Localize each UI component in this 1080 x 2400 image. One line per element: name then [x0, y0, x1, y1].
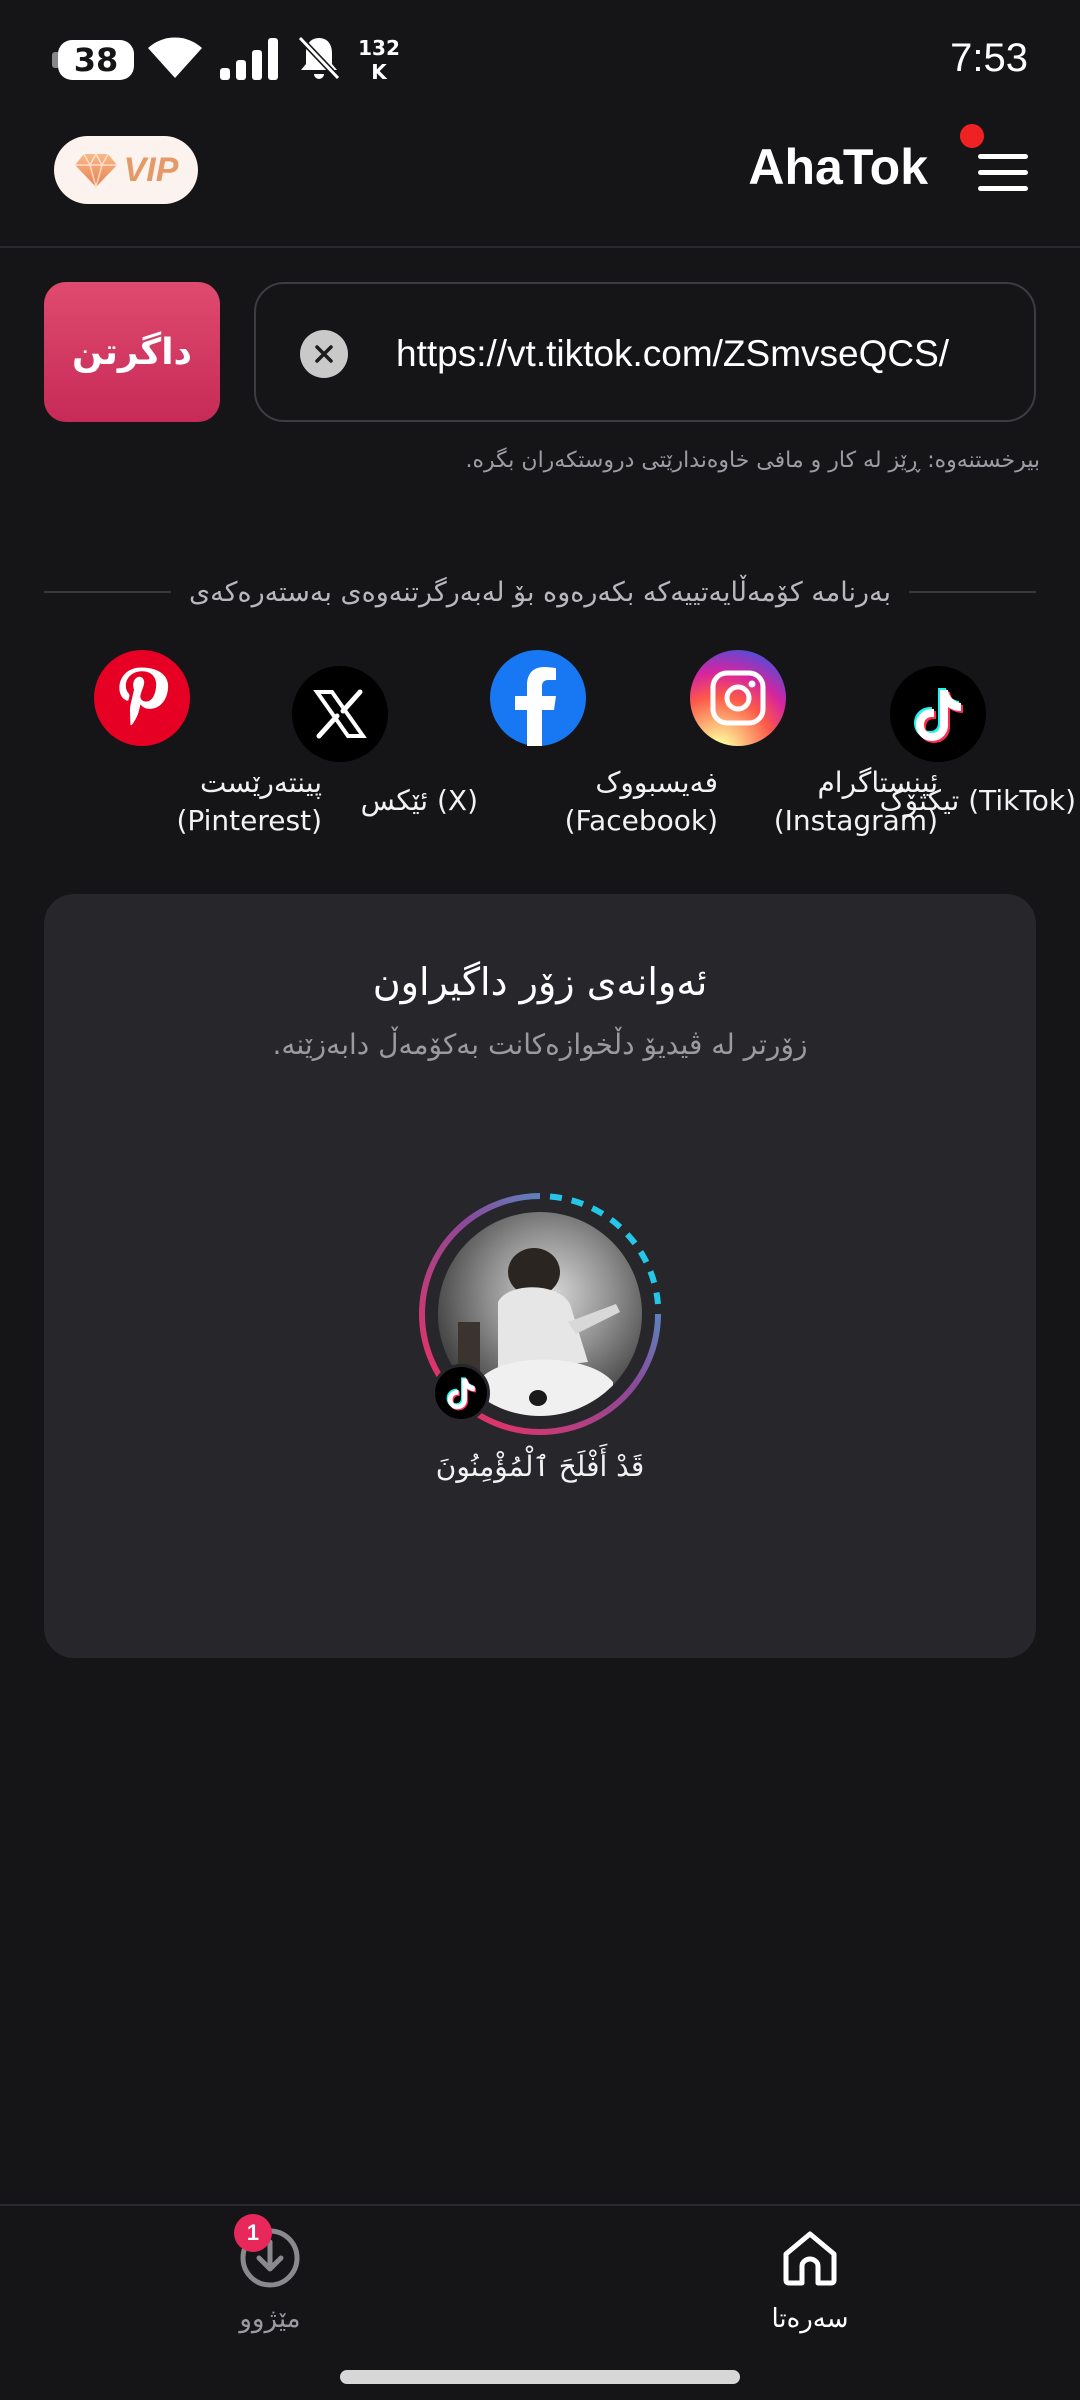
platform-label: ئێکس (X)	[360, 784, 478, 817]
nav-home-label: سەرەتا	[771, 2304, 849, 2334]
nav-history-label: مێژوو	[239, 2304, 301, 2334]
platform-tiktok[interactable]: تیکتۆک (TikTok)	[850, 666, 1076, 846]
pinterest-icon	[94, 650, 190, 746]
app-header: VIP AhaTok	[0, 120, 1080, 248]
nav-history[interactable]: 1 مێژوو	[170, 2206, 370, 2356]
hamburger-bar	[978, 186, 1028, 191]
x-icon	[292, 666, 388, 762]
nav-home[interactable]: سەرەتا	[710, 2206, 910, 2356]
divider-line	[909, 591, 1037, 593]
battery-icon: 38	[52, 40, 134, 80]
card-title: ئەوانەی زۆر داگیراون	[372, 960, 708, 1004]
signal-icon	[220, 38, 278, 80]
creator-name: قَدْ أَفْلَحَ ٱلْمُؤْمِنُونَ	[435, 1450, 645, 1483]
facebook-icon	[490, 650, 586, 746]
hamburger-bar	[978, 170, 1028, 175]
diamond-icon	[74, 152, 117, 188]
bell-muted-icon	[297, 35, 341, 81]
battery-level: 38	[73, 41, 119, 79]
clear-x-icon	[315, 345, 333, 363]
disclaimer-content: بیرخستنەوە: ڕێز لە کار و مافی خاوەندارێت…	[465, 448, 1040, 473]
clock: 7:53	[950, 36, 1028, 80]
url-input[interactable]	[396, 324, 1022, 384]
platforms-heading-text: بەرنامە کۆمەڵایەتییەکە بکەرەوە بۆ لەبەرگ…	[189, 576, 891, 608]
url-field[interactable]	[254, 282, 1036, 422]
clear-button[interactable]	[300, 330, 348, 378]
network-speed-unit: K	[371, 60, 387, 84]
platforms-heading: بەرنامە کۆمەڵایەتییەکە بکەرەوە بۆ لەبەرگ…	[44, 566, 1037, 618]
creator-avatar[interactable]	[418, 1192, 662, 1436]
platform-x[interactable]: ئێکس (X)	[288, 666, 488, 846]
notification-dot	[960, 124, 984, 148]
platform-pinterest[interactable]: پینتەرێست (Pinterest)	[84, 650, 322, 850]
wifi-icon	[148, 37, 202, 78]
home-indicator[interactable]	[340, 2370, 740, 2384]
tiktok-icon	[890, 666, 986, 762]
menu-button[interactable]	[974, 146, 1030, 198]
history-badge: 1	[234, 2214, 272, 2252]
platform-facebook[interactable]: فەیسبووک (Facebook)	[490, 650, 718, 850]
popular-downloads-card: ئەوانەی زۆر داگیراون زۆرتر لە ڤیدیۆ دڵخو…	[44, 894, 1036, 1658]
instagram-icon	[690, 650, 786, 746]
app-title: AhaTok	[748, 139, 928, 195]
hamburger-menu-icon	[978, 154, 1028, 159]
vip-label: VIP	[123, 150, 179, 189]
network-speed: 132 K	[356, 36, 402, 84]
divider-line	[44, 591, 172, 593]
network-speed-value: 132	[358, 36, 400, 60]
vip-button[interactable]: VIP	[54, 136, 198, 204]
tiktok-badge-icon	[432, 1364, 490, 1422]
status-bar: 38 132 K 7:53	[0, 0, 1080, 120]
disclaimer-text: بیرخستنەوە: ڕێز لە کار و مافی خاوەندارێت…	[40, 448, 1040, 473]
home-icon	[783, 2231, 837, 2286]
card-subtitle: زۆرتر لە ڤیدیۆ دڵخوازەکانت بەکۆمەڵ دابەز…	[272, 1028, 808, 1061]
platform-label: تیکتۆک (TikTok)	[879, 784, 1076, 817]
download-button[interactable]: داگرتن	[44, 282, 220, 422]
